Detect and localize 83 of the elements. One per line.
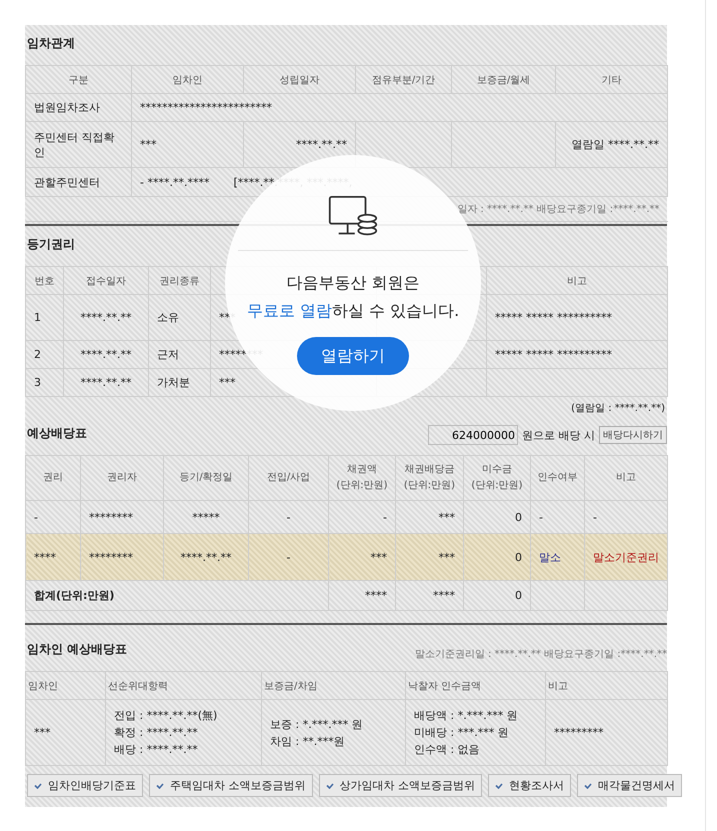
- table-cell: 0: [464, 580, 530, 610]
- table-cell: 열람일 ****.**.**: [556, 122, 668, 168]
- view-date-note: (열람일 : ****.**.**): [571, 403, 665, 414]
- document-button[interactable]: 매각물건명세서: [577, 774, 682, 797]
- table-cell: ***: [396, 534, 464, 580]
- table-cell: ***: [26, 700, 106, 766]
- column-header: 비고: [584, 456, 668, 500]
- table-cell: 주민센터 직접확인: [26, 122, 132, 168]
- column-header: 구분: [26, 66, 132, 94]
- table-cell: 근저: [148, 340, 210, 368]
- column-header: 비고: [546, 672, 668, 700]
- table-cell: ************************: [132, 94, 668, 122]
- table-cell: ****.**.**: [164, 534, 248, 580]
- table-cell: ****.**.**: [64, 294, 148, 340]
- check-icon: [495, 782, 503, 788]
- table-cell: 관할주민센터: [26, 168, 132, 196]
- table-cell: 배당액 : *.***.*** 원 미배당 : ***.*** 원 인수액 : 없음: [406, 700, 546, 766]
- column-header: 선순위대항력: [106, 672, 262, 700]
- date-note: 말소기준권리일 : ****.**.** 배당요구종기일 :****.**.**: [414, 648, 667, 661]
- document-button[interactable]: 현황조사서: [488, 774, 571, 797]
- column-header: 번호: [26, 266, 64, 294]
- column-header: 권리자: [80, 456, 164, 500]
- table-cell: 소유: [148, 294, 210, 340]
- column-header: 전입/사업: [248, 456, 328, 500]
- open-button[interactable]: 열람하기: [297, 337, 409, 375]
- column-header: 채권배당금 (단위:만원): [396, 456, 464, 500]
- column-header: 보증금/월세: [452, 66, 556, 94]
- document-button[interactable]: 주택임대차 소액보증금범위: [149, 774, 312, 797]
- address-text: [****.**.****, ***.****,: [233, 176, 352, 188]
- table-cell: - ****.**.****: [140, 176, 210, 188]
- table-cell: ***** ***** **********: [486, 294, 668, 340]
- table-cell: 합계(단위:만원): [26, 580, 328, 610]
- table-cell: ****.**.**: [64, 368, 148, 396]
- table-cell: ****: [328, 580, 396, 610]
- column-header: 비고: [486, 266, 668, 294]
- section-title: 등기권리: [26, 236, 76, 253]
- check-icon: [156, 782, 164, 788]
- section-title: 임차인 예상배당표: [26, 641, 128, 658]
- table-cell: 말소: [530, 534, 584, 580]
- table-cell: 3: [26, 368, 64, 396]
- table-cell: 법원임차조사: [26, 94, 132, 122]
- table-cell: ****: [396, 580, 464, 610]
- table-cell: 2: [26, 340, 64, 368]
- column-header: 접수일자: [64, 266, 148, 294]
- table-cell: *********: [546, 700, 668, 766]
- column-header: 성립일자: [244, 66, 356, 94]
- column-header: 점유부분/기간: [356, 66, 452, 94]
- check-icon: [326, 782, 334, 788]
- check-icon: [34, 782, 42, 788]
- column-header: 권리종류: [148, 266, 210, 294]
- amount-field[interactable]: 624000000: [428, 425, 518, 445]
- recalculate-button[interactable]: 배당다시하기: [599, 426, 667, 444]
- table-cell: 1: [26, 294, 64, 340]
- check-icon: [584, 782, 592, 788]
- table-cell: 전입 : ****.**.**(無) 확정 : ****.**.** 배당 : ****.**.**: [106, 700, 262, 766]
- table-cell: ****.**.**: [64, 340, 148, 368]
- column-header: 권리: [26, 456, 80, 500]
- column-header: 기타: [556, 66, 668, 94]
- table-cell: ***** ***** **********: [486, 340, 668, 368]
- document-button[interactable]: 상가임대차 소액보증금범위: [318, 774, 482, 797]
- column-header: 낙찰자 인수금액: [406, 672, 546, 700]
- date-note: 일자 : ****.**.** 배당요구종기일 :****.**.**: [457, 204, 660, 215]
- table-cell: ***: [328, 534, 396, 580]
- table-cell: -: [248, 534, 328, 580]
- table-cell: 0: [464, 534, 530, 580]
- table-cell: 가처분: [148, 368, 210, 396]
- document-button[interactable]: 임차인배당기준표: [27, 774, 143, 797]
- table-cell: 말소기준권리: [584, 534, 668, 580]
- column-header: 미수금 (단위:만원): [464, 456, 530, 500]
- table-cell: ********: [80, 534, 164, 580]
- column-header: 인수여부: [530, 456, 584, 500]
- amount-label: 원으로 배당 시: [522, 428, 595, 442]
- table-cell: 보증 : *.***.*** 원 차임 : **.***원: [262, 700, 406, 766]
- section-title: 예상배당표: [26, 425, 88, 442]
- column-header: 보증금/차임: [262, 672, 406, 700]
- column-header: 채권액 (단위:만원): [328, 456, 396, 500]
- table-cell: ****: [26, 534, 80, 580]
- table-cell: ***: [132, 122, 244, 168]
- column-header: 임차인: [26, 672, 106, 700]
- column-header: 등기/확정일: [164, 456, 248, 500]
- section-title: 임차관계: [26, 35, 76, 52]
- column-header: 임차인: [132, 66, 244, 94]
- monitor-database-icon: [328, 195, 378, 238]
